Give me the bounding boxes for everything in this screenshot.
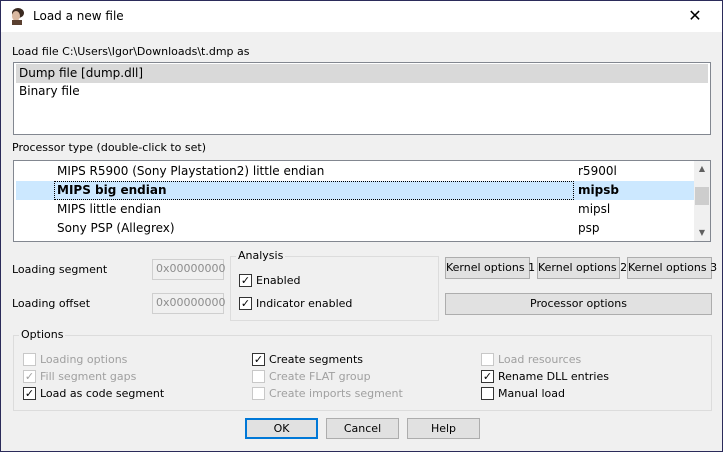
- check-icon: ✓: [481, 370, 494, 383]
- ok-button[interactable]: OK: [245, 418, 318, 439]
- checkbox-label: Indicator enabled: [256, 297, 353, 310]
- option-checkbox[interactable]: Manual load: [481, 387, 565, 400]
- option-checkbox[interactable]: ✓ Create segments: [252, 353, 363, 366]
- close-icon[interactable]: ✕: [683, 5, 707, 27]
- processor-name: MIPS big endian: [54, 181, 574, 200]
- file-label: Load file C:\Users\Igor\Downloads\t.dmp …: [12, 45, 250, 58]
- checkbox-label: Fill segment gaps: [40, 370, 137, 383]
- processor-code: mipsb: [578, 183, 619, 197]
- checkbox-box: [252, 370, 265, 383]
- check-icon: ✓: [23, 370, 36, 383]
- scroll-up-icon[interactable]: ▲: [694, 161, 710, 177]
- checkbox-box: [481, 387, 494, 400]
- window-title: Load a new file: [33, 9, 124, 23]
- check-icon: ✓: [252, 353, 265, 366]
- checkbox-label: Create segments: [269, 353, 364, 366]
- check-icon: ✓: [239, 274, 252, 287]
- options-title: Options: [19, 328, 66, 341]
- checkbox-label: Create FLAT group: [269, 370, 371, 383]
- checkbox-box: [481, 353, 494, 366]
- enabled-checkbox[interactable]: ✓ Enabled: [239, 274, 300, 287]
- checkbox-label: Rename DLL entries: [498, 370, 609, 383]
- processor-code: mipsl: [578, 202, 611, 216]
- loading-segment-input[interactable]: 0x00000000: [152, 259, 226, 280]
- checkbox-box: [252, 387, 265, 400]
- checkbox-label: Load resources: [498, 353, 582, 366]
- processor-options-button[interactable]: Processor options: [445, 293, 712, 315]
- table-row-selected[interactable]: MIPS big endian mipsb: [16, 181, 694, 200]
- checkbox-label: Manual load: [498, 387, 565, 400]
- analysis-title: Analysis: [236, 249, 286, 262]
- help-button[interactable]: Help: [407, 418, 480, 439]
- processor-code: r5900l: [578, 164, 617, 178]
- checkbox-label: Create imports segment: [269, 387, 403, 400]
- scrollbar[interactable]: ▲ ▼: [694, 161, 710, 241]
- processor-code: psp: [578, 221, 600, 235]
- check-icon: ✓: [239, 297, 252, 310]
- list-item[interactable]: Binary file: [16, 82, 80, 101]
- table-row[interactable]: MIPS R5900 (Sony Playstation2) little en…: [16, 162, 694, 181]
- option-checkbox: ✓ Fill segment gaps: [23, 370, 136, 383]
- kernel-options-3-button[interactable]: Kernel options 3: [627, 257, 717, 279]
- check-icon: ✓: [23, 387, 36, 400]
- processor-name: MIPS little endian: [57, 202, 162, 216]
- app-portrait-icon: [12, 8, 24, 25]
- checkbox-label: Enabled: [256, 274, 301, 287]
- processor-name: MIPS R5900 (Sony Playstation2) little en…: [57, 164, 325, 178]
- kernel-options-2-button[interactable]: Kernel options 2: [537, 257, 627, 279]
- processor-list[interactable]: MIPS R5900 (Sony Playstation2) little en…: [13, 160, 711, 242]
- analysis-group: Analysis ✓ Enabled ✓ Indicator enabled: [230, 249, 439, 321]
- option-checkbox: Loading options: [23, 353, 127, 366]
- list-item[interactable]: Dump file [dump.dll]: [16, 64, 708, 83]
- option-checkbox: Create imports segment: [252, 387, 403, 400]
- table-row[interactable]: Sony PSP (Allegrex) psp: [16, 219, 694, 238]
- checkbox-label: Loading options: [40, 353, 128, 366]
- processor-label: Processor type (double-click to set): [12, 141, 207, 154]
- loading-offset-label: Loading offset: [12, 297, 91, 310]
- option-checkbox[interactable]: ✓ Rename DLL entries: [481, 370, 609, 383]
- indicator-enabled-checkbox[interactable]: ✓ Indicator enabled: [239, 297, 352, 310]
- option-checkbox: Create FLAT group: [252, 370, 371, 383]
- scroll-down-icon[interactable]: ▼: [694, 225, 710, 241]
- cancel-button[interactable]: Cancel: [326, 418, 399, 439]
- processor-name: Sony PSP (Allegrex): [57, 221, 175, 235]
- option-checkbox: Load resources: [481, 353, 581, 366]
- loading-offset-input[interactable]: 0x00000000: [152, 293, 226, 314]
- checkbox-box: [23, 353, 36, 366]
- option-checkbox[interactable]: ✓ Load as code segment: [23, 387, 164, 400]
- title-bar: Load a new file ✕: [1, 1, 722, 32]
- options-group: Options Loading options ✓ Fill segment gap…: [13, 328, 712, 411]
- table-row[interactable]: MIPS little endian mipsl: [16, 200, 694, 219]
- scroll-thumb[interactable]: [695, 187, 709, 205]
- kernel-options-1-button[interactable]: Kernel options 1: [445, 257, 535, 279]
- checkbox-label: Load as code segment: [40, 387, 165, 400]
- loading-segment-label: Loading segment: [12, 263, 108, 276]
- file-type-list[interactable]: Dump file [dump.dll] Binary file: [13, 62, 711, 135]
